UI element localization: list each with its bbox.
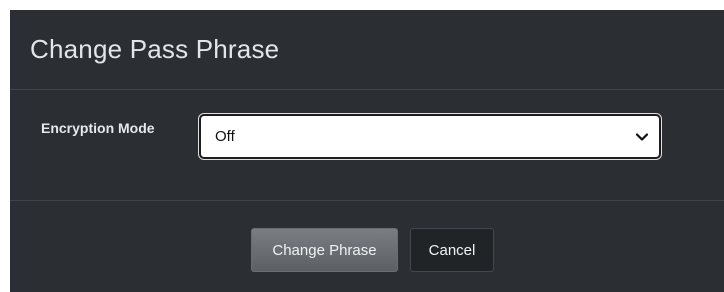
cancel-button[interactable]: Cancel [410, 228, 494, 272]
dialog-body: Encryption Mode Off [10, 90, 724, 201]
encryption-mode-label: Encryption Mode [41, 120, 155, 136]
change-pass-phrase-dialog: Change Pass Phrase Encryption Mode Off C… [10, 10, 724, 292]
dialog-footer: Change Phrase Cancel [10, 201, 724, 292]
dialog-title: Change Pass Phrase [30, 34, 280, 64]
dialog-header: Change Pass Phrase [10, 10, 724, 90]
encryption-mode-value: Off [215, 128, 235, 145]
change-phrase-button[interactable]: Change Phrase [251, 228, 398, 272]
encryption-mode-select[interactable]: Off [199, 114, 661, 159]
chevron-down-icon [635, 130, 649, 144]
